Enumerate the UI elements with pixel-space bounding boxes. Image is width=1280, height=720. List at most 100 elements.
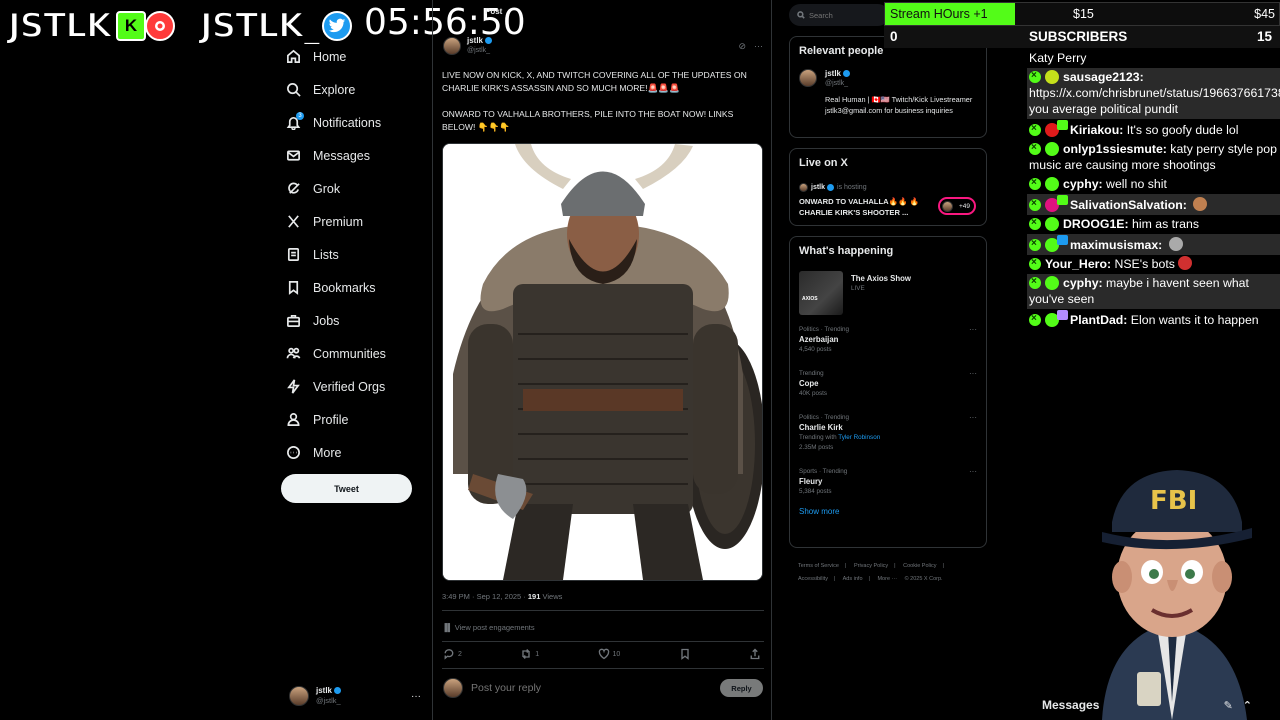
live-listeners-pill[interactable]: +49 — [938, 197, 976, 215]
verified-icon — [827, 184, 835, 191]
nav-label: Premium — [313, 214, 364, 229]
stream-chat: Katy Perry sausage2123: https://x.com/chr… — [1027, 49, 1280, 354]
chat-text: Katy Perry — [1029, 51, 1087, 65]
trend-name: Azerbaijan — [799, 335, 839, 344]
chart-icon: ▐▌ — [442, 623, 455, 632]
record-icon — [145, 11, 175, 41]
live-show-item[interactable]: AXIOS The Axios Show LIVE — [799, 271, 977, 315]
reply-button[interactable]: Reply — [720, 679, 763, 697]
nav-item-home[interactable]: Home — [286, 40, 416, 73]
moderator-badge-icon — [1029, 121, 1041, 137]
nav-item-bookmarks[interactable]: Bookmarks — [286, 271, 416, 304]
post-text: LIVE NOW ON KICK, X, AND TWITCH COVERING… — [442, 69, 764, 134]
viking-warrior-image — [443, 144, 762, 580]
show-status: LIVE — [851, 285, 865, 292]
trend-related-link[interactable]: Tyler Robinson — [838, 434, 880, 441]
trend-item[interactable]: Politics · Trending Azerbaijan 4,540 pos… — [799, 325, 977, 355]
account-name: jstlk — [316, 686, 342, 696]
post-header: jstlk @jstlk_ ⊘ ··· — [443, 36, 763, 56]
chat-username[interactable]: sausage2123: — [1063, 70, 1144, 84]
footer-link[interactable]: More ··· — [877, 576, 897, 582]
avatar[interactable] — [443, 37, 461, 55]
person-icon — [287, 413, 300, 426]
chat-username[interactable]: DROOG1E: — [1063, 217, 1129, 231]
share-action[interactable] — [749, 648, 761, 660]
footer-link[interactable]: Privacy Policy — [854, 563, 888, 569]
lightning-icon — [287, 379, 300, 394]
chat-text: well no shit — [1102, 177, 1167, 191]
account-text: jstlk @jstlk_ — [316, 686, 342, 706]
nav-item-grok[interactable]: Grok — [286, 172, 416, 205]
show-more-link[interactable]: Show more — [799, 507, 977, 516]
nav-item-messages[interactable]: Messages — [286, 139, 416, 172]
chat-username[interactable]: Kiriakou: — [1070, 123, 1123, 137]
like-action[interactable]: 10 — [598, 648, 620, 660]
nav-item-communities[interactable]: Communities — [286, 337, 416, 370]
more-icon[interactable]: ··· — [411, 691, 421, 702]
chat-username[interactable]: cyphy: — [1063, 177, 1103, 191]
repost-action[interactable]: 1 — [520, 648, 539, 660]
nav-item-more[interactable]: More — [286, 436, 416, 469]
trend-item[interactable]: Sports · Trending Fleury 5,384 posts ··· — [799, 467, 977, 497]
nav-label: Profile — [313, 412, 349, 427]
moderator-badge-icon — [1029, 140, 1041, 156]
bookmark-action[interactable] — [679, 648, 691, 660]
subs-title: SUBSCRIBERS — [1029, 29, 1128, 44]
nav-item-notifications[interactable]: 3 Notifications — [286, 106, 416, 139]
chat-text: NSE's bots — [1111, 257, 1175, 271]
trend-category: Politics · Trending — [799, 326, 850, 333]
chat-text — [1162, 238, 1165, 252]
more-icon[interactable]: ··· — [969, 467, 977, 477]
chat-username[interactable]: maximusismax: — [1070, 238, 1162, 252]
grok-icon[interactable]: ⊘ — [738, 41, 746, 52]
live-on-x-card[interactable]: Live on X jstlk is hosting ONWARD TO VAL… — [789, 148, 987, 226]
footer-link[interactable]: Cookie Policy — [903, 563, 936, 569]
footer-link[interactable]: Ads info — [843, 576, 863, 582]
chat-username[interactable]: Your_Hero: — [1045, 257, 1111, 271]
chat-message: DROOG1E: him as trans — [1027, 215, 1280, 234]
nav-item-explore[interactable]: Explore — [286, 73, 416, 106]
compose-icon[interactable]: ✎ — [1224, 699, 1233, 712]
nav-item-profile[interactable]: Profile — [286, 403, 416, 436]
tweet-button[interactable]: Tweet — [281, 474, 412, 503]
more-icon[interactable]: ··· — [969, 325, 977, 335]
footer-link[interactable]: Accessibility — [798, 576, 828, 582]
relevant-people-card: Relevant people jstlk @jstlk_ Real Human… — [789, 36, 987, 138]
trend-related: Trending with Tyler Robinson — [799, 434, 881, 441]
trend-item[interactable]: Trending Cope 40K posts ··· — [799, 369, 977, 399]
chevron-up-icon[interactable]: ⌃ — [1243, 699, 1252, 712]
post-image[interactable] — [442, 143, 763, 581]
view-engagements-link[interactable]: ▐▌ View post engagements — [442, 623, 535, 632]
author-name[interactable]: jstlk — [467, 36, 493, 46]
nav-item-premium[interactable]: Premium — [286, 205, 416, 238]
chat-text — [1187, 198, 1190, 212]
emote-icon — [1193, 197, 1208, 211]
trend-item[interactable]: Politics · Trending Charlie Kirk Trendin… — [799, 413, 977, 453]
chat-username[interactable]: cyphy: — [1063, 276, 1103, 290]
messages-drawer[interactable]: Messages ✎ ⌃ — [1030, 690, 1264, 720]
relevant-person[interactable]: jstlk @jstlk_ Real Human | 🇨🇦🇺🇸 Twitch/K… — [799, 69, 977, 116]
chat-username[interactable]: SalivationSalvation: — [1070, 198, 1187, 212]
more-icon[interactable]: ··· — [969, 413, 977, 423]
nav-label: Communities — [313, 346, 386, 361]
chat-username[interactable]: PlantDad: — [1070, 313, 1127, 327]
avatar — [799, 183, 808, 192]
search-box[interactable] — [789, 4, 889, 26]
account-switcher[interactable]: jstlk @jstlk_ ··· — [289, 682, 421, 710]
reply-input[interactable] — [471, 682, 691, 694]
reply-action[interactable]: 2 — [443, 648, 462, 660]
trend-count: 5,384 posts — [799, 488, 832, 495]
chat-text: maybe i havent seen what you've seen — [1029, 276, 1249, 306]
nav-item-verified-orgs[interactable]: Verified Orgs — [286, 370, 416, 403]
more-icon[interactable]: ··· — [969, 369, 977, 379]
fbi-character-overlay: FBI — [1102, 470, 1252, 720]
chat-username[interactable]: onlyp1ssiesmute: — [1063, 142, 1167, 156]
nav-label: Jobs — [313, 313, 340, 328]
nav-item-lists[interactable]: Lists — [286, 238, 416, 271]
twitter-bird-icon — [322, 11, 352, 41]
search-input[interactable] — [809, 10, 879, 20]
nav-item-jobs[interactable]: Jobs — [286, 304, 416, 337]
post-paragraph: LIVE NOW ON KICK, X, AND TWITCH COVERING… — [442, 70, 747, 93]
more-icon[interactable]: ··· — [754, 41, 763, 52]
footer-link[interactable]: Terms of Service — [798, 563, 839, 569]
